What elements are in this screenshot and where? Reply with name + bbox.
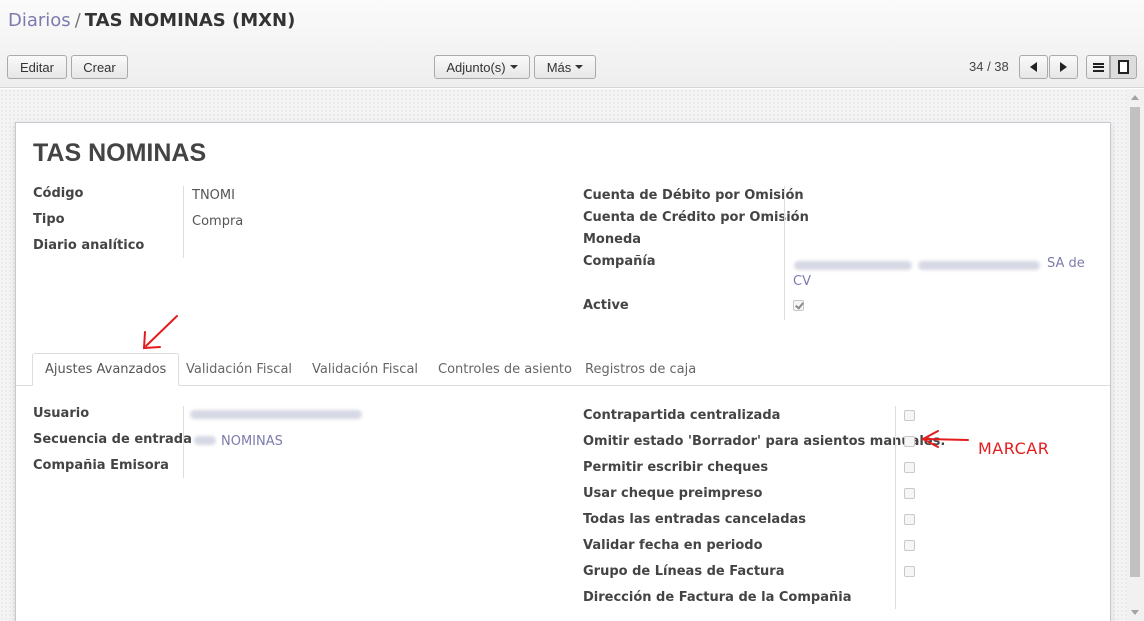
annotation-overlay	[142, 315, 969, 448]
annotation-marcar-label: MARCAR	[978, 439, 1050, 458]
annotation-arrow-tab	[142, 315, 178, 350]
annotation-arrow-checkbox	[920, 430, 969, 448]
